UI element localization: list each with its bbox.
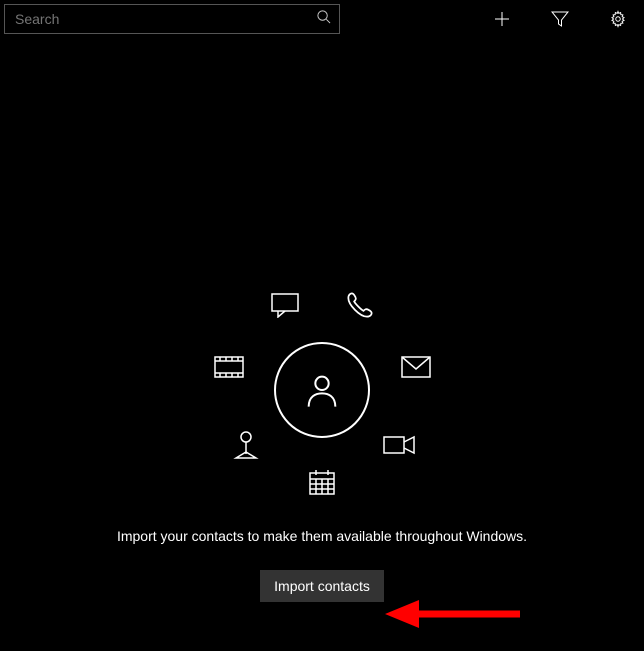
contact-type-ring [0, 270, 644, 510]
top-actions [490, 7, 640, 31]
calendar-icon [305, 465, 339, 499]
map-pin-icon [229, 428, 263, 462]
film-icon [212, 350, 246, 384]
chat-icon [268, 288, 302, 322]
mail-icon [399, 350, 433, 384]
person-circle [274, 342, 370, 438]
import-contacts-button[interactable]: Import contacts [260, 570, 384, 602]
settings-button[interactable] [606, 7, 630, 31]
empty-state: Import your contacts to make them availa… [0, 270, 644, 602]
search-icon[interactable] [316, 9, 331, 29]
search-box[interactable] [4, 4, 340, 34]
person-icon [302, 370, 342, 410]
empty-state-message: Import your contacts to make them availa… [0, 528, 644, 544]
filter-button[interactable] [548, 7, 572, 31]
add-button[interactable] [490, 7, 514, 31]
phone-icon [343, 288, 377, 322]
video-icon [382, 428, 416, 462]
search-input[interactable] [13, 10, 316, 28]
top-bar [0, 0, 644, 36]
